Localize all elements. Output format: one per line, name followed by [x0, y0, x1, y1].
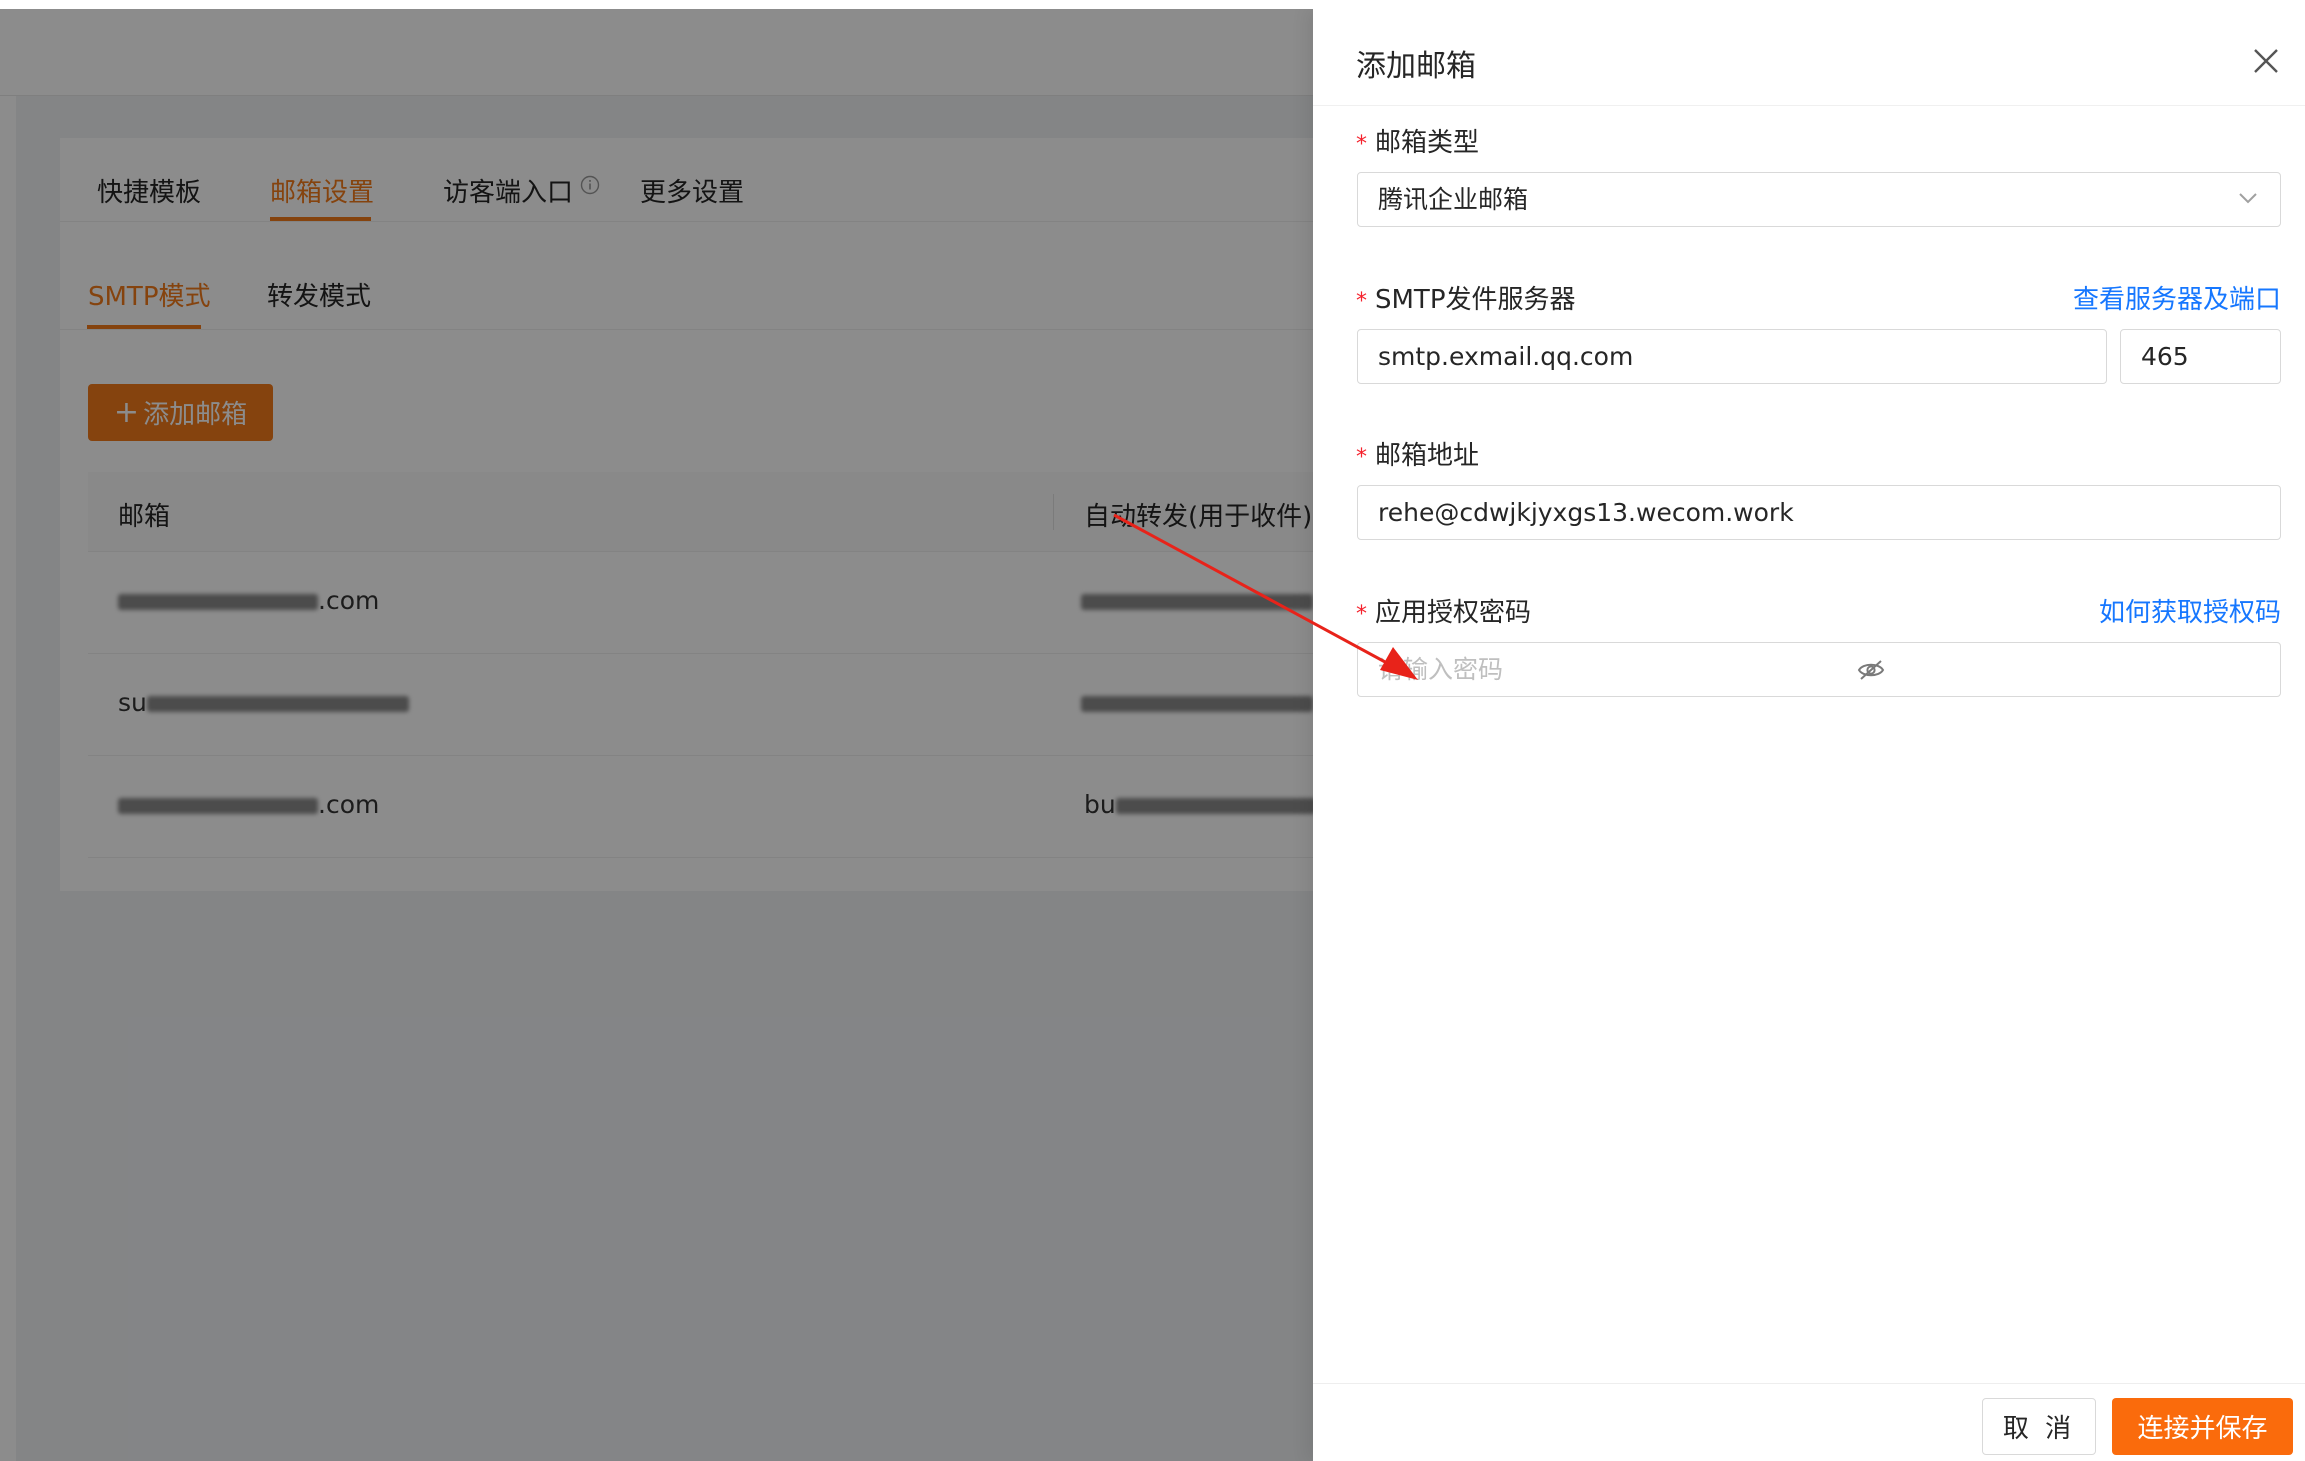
- auth-password-input[interactable]: [1357, 642, 2281, 697]
- required-mark: *: [1356, 289, 1367, 314]
- mailbox-type-select[interactable]: 腾讯企业邮箱: [1357, 172, 2281, 227]
- email-address-label: * 邮箱地址: [1356, 441, 1480, 471]
- close-icon[interactable]: [2250, 45, 2282, 77]
- required-mark: *: [1356, 132, 1367, 157]
- drawer-footer-divider: [1313, 1383, 2305, 1384]
- cancel-button[interactable]: 取 消: [1982, 1398, 2096, 1455]
- mailbox-type-value: 腾讯企业邮箱: [1378, 185, 1529, 214]
- smtp-server-label: * SMTP发件服务器: [1356, 285, 1576, 315]
- required-mark: *: [1356, 602, 1367, 627]
- chevron-down-icon: [2239, 193, 2257, 204]
- modal-overlay[interactable]: [0, 9, 1313, 1461]
- connect-and-save-button[interactable]: 连接并保存: [2112, 1398, 2293, 1455]
- drawer-header-divider: [1313, 105, 2305, 106]
- smtp-port-input[interactable]: 465: [2120, 329, 2281, 384]
- drawer-title: 添加邮箱: [1356, 49, 1476, 84]
- top-edge: [0, 0, 2305, 9]
- eye-invisible-icon[interactable]: [1856, 657, 1886, 683]
- mailbox-type-label: * 邮箱类型: [1356, 128, 1480, 158]
- auth-password-label: * 应用授权密码: [1356, 598, 1532, 628]
- required-mark: *: [1356, 445, 1367, 470]
- add-mailbox-drawer: 添加邮箱 * 邮箱类型 腾讯企业邮箱 * SMTP发件服务器 查看服务器及端口 sm…: [1313, 9, 2305, 1461]
- view-server-port-link[interactable]: 查看服务器及端口: [2073, 279, 2281, 316]
- smtp-host-input[interactable]: smtp.exmail.qq.com: [1357, 329, 2107, 384]
- how-to-get-auth-code-link[interactable]: 如何获取授权码: [2099, 592, 2281, 629]
- email-address-input[interactable]: rehe@cdwjkjyxgs13.wecom.work: [1357, 485, 2281, 540]
